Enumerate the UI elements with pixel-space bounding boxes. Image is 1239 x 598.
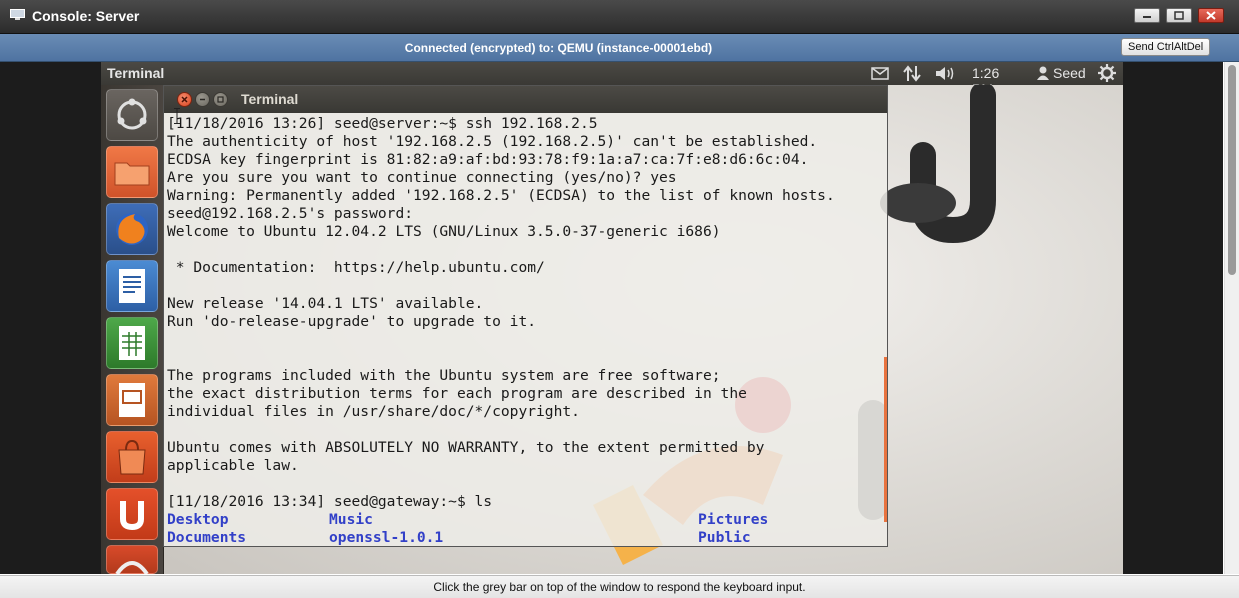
launcher-files[interactable] <box>106 146 158 198</box>
terminal-titlebar[interactable]: Terminal <box>164 86 887 113</box>
ubuntu-logo-icon <box>117 98 147 130</box>
launcher-software-center[interactable] <box>106 431 158 483</box>
terminal-line: New release '14.04.1 LTS' available. <box>167 295 484 312</box>
volume-icon[interactable] <box>935 66 957 81</box>
status-bar: Click the grey bar on top of the window … <box>0 575 1239 598</box>
ls-entry: Desktop <box>167 511 229 528</box>
terminal-line: ECDSA key fingerprint is 81:82:a9:af:bd:… <box>167 151 809 168</box>
terminal-line: [11/18/2016 13:26] seed@server:~$ ssh 19… <box>167 115 598 132</box>
close-icon <box>181 96 188 103</box>
terminal-close-button[interactable] <box>177 92 192 107</box>
minimize-icon <box>200 98 205 101</box>
terminal-title: Terminal <box>241 91 299 107</box>
connection-status: Connected (encrypted) to: QEMU (instance… <box>404 41 713 55</box>
ls-entry: Documents <box>167 529 247 546</box>
terminal-line: individual files in /usr/share/doc/*/cop… <box>167 403 580 420</box>
connection-bar[interactable]: Connected (encrypted) to: QEMU (instance… <box>0 34 1239 62</box>
shopping-bag-icon <box>118 439 146 475</box>
launcher-system-settings[interactable] <box>106 545 158 574</box>
ls-entry: Public <box>698 529 751 546</box>
terminal-maximize-button[interactable] <box>213 92 228 107</box>
scrollbar-thumb[interactable] <box>1228 65 1236 275</box>
minimize-icon <box>1143 16 1151 18</box>
ls-entry: Pictures <box>698 511 769 528</box>
terminal-line: Ubuntu comes with ABSOLUTELY NO WARRANTY… <box>167 439 765 456</box>
terminal-line: Are you sure you want to continue connec… <box>167 169 677 186</box>
status-hint: Click the grey bar on top of the window … <box>433 580 806 594</box>
monitor-icon <box>10 9 25 20</box>
libreoffice-calc-icon <box>119 326 145 360</box>
terminal-line: Welcome to Ubuntu 12.04.2 LTS (GNU/Linux… <box>167 223 721 240</box>
maximize-button[interactable] <box>1166 8 1192 23</box>
unity-launcher <box>101 85 164 574</box>
minimize-button[interactable] <box>1134 8 1160 23</box>
ls-entry: openssl-1.0.1 <box>329 529 444 546</box>
libreoffice-writer-icon <box>119 269 145 303</box>
close-icon <box>1206 11 1216 20</box>
terminal-line: [11/18/2016 13:34] seed@gateway:~$ ls <box>167 493 493 510</box>
maximize-icon <box>217 96 224 103</box>
launcher-calc[interactable] <box>106 317 158 369</box>
ubuntu-top-panel: Terminal 1:26 PM Seed <box>101 62 1123 97</box>
terminal-output[interactable]: [11/18/2016 13:26] seed@server:~$ ssh 19… <box>164 113 887 546</box>
send-ctrlaltdel-button[interactable]: Send CtrlAltDel <box>1121 38 1211 56</box>
launcher-ubuntu-one[interactable] <box>106 488 158 540</box>
ubuntu-one-icon <box>120 501 144 531</box>
launcher-dash-home[interactable] <box>106 89 158 141</box>
libreoffice-impress-icon <box>119 383 145 417</box>
mail-icon[interactable] <box>871 67 889 80</box>
terminal-window[interactable]: Terminal [11/18/2016 13:26] seed@server:… <box>163 85 888 547</box>
close-button[interactable] <box>1198 8 1224 23</box>
user-name[interactable]: Seed <box>1053 65 1086 81</box>
ls-entry: Music <box>329 511 373 528</box>
terminal-line: the exact distribution terms for each pr… <box>167 385 747 402</box>
network-arrows-icon[interactable] <box>903 65 921 82</box>
terminal-line: * Documentation: https://help.ubuntu.com… <box>167 259 545 276</box>
vertical-scrollbar[interactable] <box>1224 62 1239 574</box>
launcher-firefox[interactable] <box>106 203 158 255</box>
launcher-impress[interactable] <box>106 374 158 426</box>
launcher-writer[interactable] <box>106 260 158 312</box>
text-cursor-icon <box>174 108 180 124</box>
folder-icon <box>114 162 150 186</box>
terminal-scrollbar[interactable] <box>884 357 887 522</box>
terminal-line: The authenticity of host '192.168.2.5 (1… <box>167 133 818 150</box>
window-titlebar[interactable]: Console: Server <box>0 0 1239 34</box>
settings-icon <box>115 561 149 574</box>
terminal-line: Run 'do-release-upgrade' to upgrade to i… <box>167 313 537 330</box>
window-title: Console: Server <box>32 8 140 24</box>
terminal-line: Warning: Permanently added '192.168.2.5'… <box>167 187 835 204</box>
terminal-line: The programs included with the Ubuntu sy… <box>167 367 721 384</box>
terminal-line: seed@192.168.2.5's password: <box>167 205 414 222</box>
maximize-icon <box>1174 11 1184 20</box>
terminal-minimize-button[interactable] <box>195 92 210 107</box>
firefox-icon <box>116 213 148 245</box>
active-app-name: Terminal <box>107 65 165 81</box>
gear-icon[interactable] <box>1098 64 1116 82</box>
user-icon <box>1037 66 1049 80</box>
terminal-line: applicable law. <box>167 457 299 474</box>
